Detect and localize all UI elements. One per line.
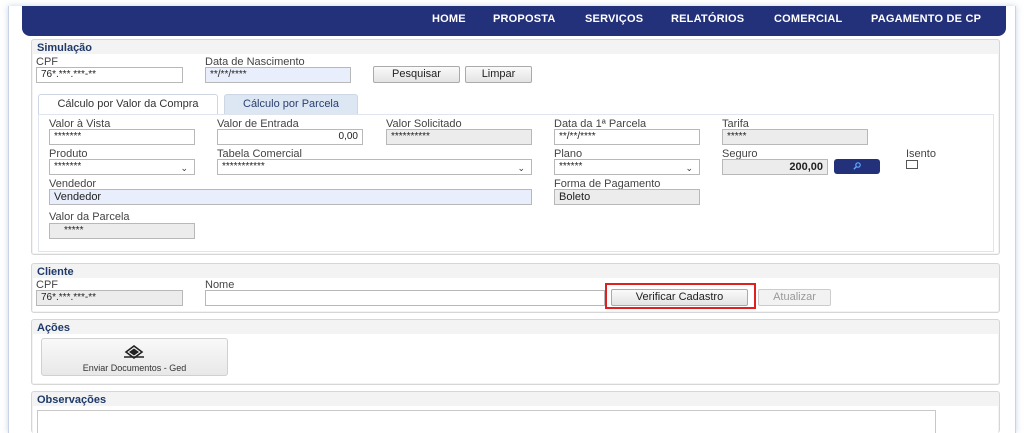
forma-input: Boleto	[554, 189, 700, 205]
nav-relatorios[interactable]: RELATÓRIOS	[671, 13, 744, 25]
acoes-title: Ações	[37, 322, 71, 334]
chevron-down-icon: ⌄	[685, 163, 693, 173]
observacoes-panel: Observações	[31, 391, 1000, 433]
produto-value: *******	[54, 161, 82, 172]
cliente-body: CPF 76*.***.***-** Nome Verificar Cadast…	[33, 278, 998, 311]
chevron-down-icon: ⌄	[517, 163, 525, 173]
valor-vista-input[interactable]: *******	[49, 129, 195, 145]
cliente-title: Cliente	[37, 266, 74, 278]
produto-select[interactable]: ******* ⌄	[49, 159, 195, 175]
nome-input[interactable]	[205, 290, 605, 306]
atualizar-button[interactable]: Atualizar	[758, 289, 831, 306]
seguro-search-button[interactable]	[834, 159, 880, 174]
cliente-panel: Cliente CPF 76*.***.***-** Nome Verifica…	[31, 263, 1000, 313]
nav-servicos[interactable]: SERVIÇOS	[585, 13, 643, 25]
tab-content: Valor à Vista ******* Valor de Entrada 0…	[38, 114, 994, 252]
highlight-box	[605, 283, 756, 309]
top-navbar: HOME PROPOSTA SERVIÇOS RELATÓRIOS COMERC…	[22, 6, 1006, 36]
valor-parcela-input: *****	[49, 223, 195, 239]
nasc-input[interactable]: **/**/****	[205, 67, 351, 83]
cpf-input[interactable]: 76*.***.***-**	[36, 67, 183, 83]
limpar-button[interactable]: Limpar	[465, 66, 532, 83]
search-icon	[853, 162, 861, 170]
valor-entrada-input[interactable]: 0,00	[217, 129, 363, 145]
tabela-value: ***********	[222, 161, 265, 172]
isento-checkbox[interactable]	[906, 160, 918, 169]
vendedor-input[interactable]: Vendedor	[49, 189, 532, 205]
tabela-select[interactable]: *********** ⌄	[217, 159, 532, 175]
observacoes-title: Observações	[37, 394, 107, 406]
tab-valor-compra[interactable]: Cálculo por Valor da Compra	[38, 94, 218, 114]
nav-comercial[interactable]: COMERCIAL	[774, 13, 842, 25]
simulacao-body: CPF 76*.***.***-** Data de Nascimento **…	[33, 54, 998, 253]
observacoes-body	[33, 406, 998, 433]
valor-parcela-label: Valor da Parcela	[49, 211, 130, 223]
enviar-documentos-button[interactable]: Enviar Documentos - Ged	[41, 338, 228, 376]
nav-home[interactable]: HOME	[432, 13, 466, 25]
tab-por-parcela[interactable]: Cálculo por Parcela	[224, 94, 358, 114]
simulacao-panel: Simulação CPF 76*.***.***-** Data de Nas…	[31, 39, 1000, 255]
plano-value: ******	[559, 161, 583, 172]
pesquisar-button[interactable]: Pesquisar	[373, 66, 460, 83]
observacoes-textarea[interactable]	[37, 410, 936, 433]
nav-pagamento-cp[interactable]: PAGAMENTO DE CP	[871, 13, 981, 25]
seguro-input: 200,00	[722, 159, 828, 175]
tarifa-input: *****	[722, 129, 868, 145]
plano-select[interactable]: ****** ⌄	[554, 159, 700, 175]
chevron-down-icon: ⌄	[180, 163, 188, 173]
cliente-cpf-input: 76*.***.***-**	[36, 290, 183, 306]
scanner-icon	[124, 345, 144, 359]
simulacao-title: Simulação	[37, 42, 93, 54]
enviar-documentos-label: Enviar Documentos - Ged	[82, 363, 187, 373]
nav-proposta[interactable]: PROPOSTA	[493, 13, 556, 25]
valor-solicitado-input: **********	[386, 129, 532, 145]
acoes-panel: Ações Enviar Documentos - Ged	[31, 319, 1000, 385]
data-parcela-input[interactable]: **/**/****	[554, 129, 700, 145]
isento-label: Isento	[906, 148, 936, 160]
